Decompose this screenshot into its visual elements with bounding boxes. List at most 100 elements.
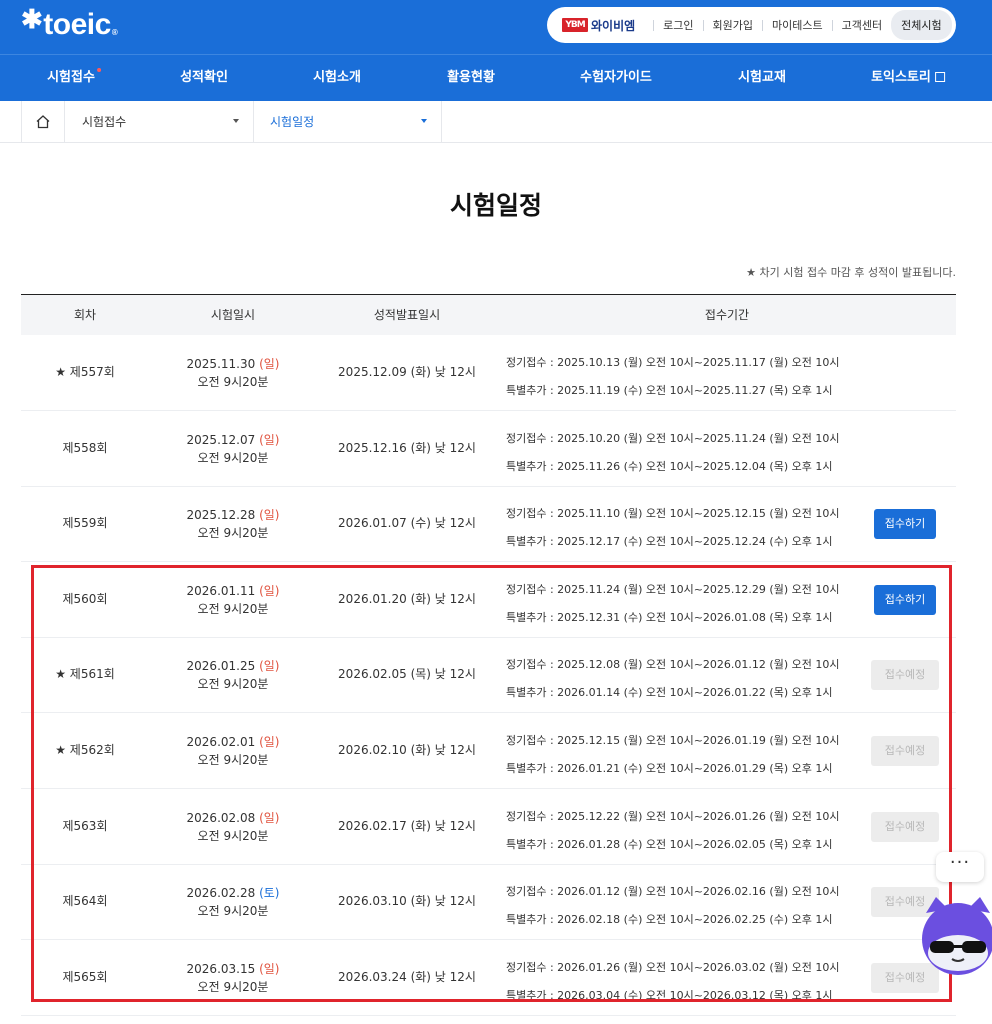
special-registration: 특별추가 : 2025.12.31 (수) 오전 10시~2026.01.08 … xyxy=(506,611,833,624)
home-button[interactable] xyxy=(21,101,65,142)
exam-day: (일) xyxy=(259,811,280,825)
exam-date: 2026.01.25 xyxy=(186,659,256,673)
nav-item-guide[interactable]: 수험자가이드 xyxy=(580,55,652,101)
exam-time: 오전 9시20분 xyxy=(197,980,269,994)
exam-date: 2025.11.30 xyxy=(186,357,256,371)
registration-period-cell: 정기접수 : 2025.10.20 (월) 오전 10시~2025.11.24 … xyxy=(506,425,839,481)
apply-scheduled-button: 접수예정 xyxy=(871,736,939,766)
round-cell: ★ 제562회 xyxy=(55,743,115,757)
breadcrumb-label: 시험접수 xyxy=(82,115,127,129)
divider xyxy=(762,19,764,31)
new-dot-icon xyxy=(96,68,101,72)
exam-date-line: 2026.02.08 (일) xyxy=(187,809,280,827)
result-date-cell: 2025.12.16 (화) 낮 12시 xyxy=(338,441,476,455)
exam-day: (토) xyxy=(259,886,280,900)
exam-time: 오전 9시20분 xyxy=(197,602,269,616)
result-date-cell: 2026.02.10 (화) 낮 12시 xyxy=(338,743,476,757)
exam-date-cell: 2025.11.30 (일) 오전 9시20분 xyxy=(187,355,280,391)
round-cell: 제559회 xyxy=(62,516,108,530)
nav-item-story[interactable]: 토익스토리 xyxy=(871,55,945,101)
exam-date: 2026.02.28 xyxy=(186,886,256,900)
exam-day: (일) xyxy=(259,659,280,673)
regular-registration: 정기접수 : 2025.11.10 (월) 오전 10시~2025.12.15 … xyxy=(506,507,840,520)
caret-down-icon xyxy=(421,119,427,123)
round-cell: 제564회 xyxy=(62,894,108,908)
col-exam-date: 시험일시 xyxy=(210,308,256,322)
toeic-logo[interactable]: ✱ toeic ® xyxy=(21,6,118,44)
apply-button[interactable]: 접수하기 xyxy=(874,509,936,539)
registration-period-cell: 정기접수 : 2025.11.10 (월) 오전 10시~2025.12.15 … xyxy=(506,500,839,556)
result-date-cell: 2026.02.05 (목) 낮 12시 xyxy=(338,667,476,681)
apply-button[interactable]: 접수하기 xyxy=(874,585,936,615)
exam-date: 2026.02.01 xyxy=(186,735,256,749)
round-cell: 제563회 xyxy=(62,819,108,833)
divider xyxy=(653,19,655,31)
nav-label: 시험접수 xyxy=(47,70,95,85)
exam-day: (일) xyxy=(259,962,280,976)
registration-period-cell: 정기접수 : 2026.01.12 (월) 오전 10시~2026.02.16 … xyxy=(506,878,839,934)
chatbot-menu-button[interactable]: ··· xyxy=(936,852,984,882)
breadcrumb-dropdown-registration[interactable]: 시험접수 xyxy=(65,101,254,142)
main-nav: 시험접수 성적확인 시험소개 활용현황 수험자가이드 시험교재 토익스토리 xyxy=(0,54,992,101)
exam-date-cell: 2026.03.15 (일) 오전 9시20분 xyxy=(187,960,280,996)
exam-date-line: 2025.12.07 (일) xyxy=(187,431,280,449)
ybm-brand-label: 와이비엠 xyxy=(591,18,636,33)
regular-registration: 정기접수 : 2025.12.08 (월) 오전 10시~2026.01.12 … xyxy=(506,658,840,671)
regular-registration: 정기접수 : 2025.12.22 (월) 오전 10시~2026.01.26 … xyxy=(506,810,840,823)
table-row: ★ 제561회 2026.01.25 (일) 오전 9시20분 2026.02.05 … xyxy=(21,637,956,713)
exam-date-cell: 2025.12.07 (일) 오전 9시20분 xyxy=(187,431,280,467)
table-header: 회차 시험일시 성적발표일시 접수기간 xyxy=(21,294,956,335)
result-date-cell: 2026.01.07 (수) 낮 12시 xyxy=(338,516,476,530)
registration-period-cell: 정기접수 : 2026.01.26 (월) 오전 10시~2026.03.02 … xyxy=(506,954,839,1010)
result-date-cell: 2026.03.10 (화) 낮 12시 xyxy=(338,894,476,908)
login-link[interactable]: 로그인 xyxy=(663,17,693,33)
exam-day: (일) xyxy=(259,433,280,447)
result-date-cell: 2026.02.17 (화) 낮 12시 xyxy=(338,819,476,833)
round-cell: 제560회 xyxy=(62,592,108,606)
home-icon xyxy=(36,115,50,129)
regular-registration: 정기접수 : 2026.01.12 (월) 오전 10시~2026.02.16 … xyxy=(506,885,840,898)
regular-registration: 정기접수 : 2025.12.15 (월) 오전 10시~2026.01.19 … xyxy=(506,734,840,747)
table-row: 제564회 2026.02.28 (토) 오전 9시20분 2026.03.10 (화… xyxy=(21,864,956,940)
regular-registration: 정기접수 : 2025.10.20 (월) 오전 10시~2025.11.24 … xyxy=(506,432,840,445)
nav-item-usage[interactable]: 활용현황 xyxy=(447,55,495,101)
exam-time: 오전 9시20분 xyxy=(197,753,269,767)
exam-date-line: 2026.01.25 (일) xyxy=(187,657,280,675)
mytest-link[interactable]: 마이테스트 xyxy=(772,17,823,33)
all-exams-button[interactable]: 전체시험 xyxy=(891,10,952,40)
nav-item-books[interactable]: 시험교재 xyxy=(738,55,786,101)
nav-item-about[interactable]: 시험소개 xyxy=(313,55,361,101)
special-registration: 특별추가 : 2025.11.26 (수) 오전 10시~2025.12.04 … xyxy=(506,460,833,473)
nav-item-score[interactable]: 성적확인 xyxy=(180,55,228,101)
exam-date-cell: 2026.02.28 (토) 오전 9시20분 xyxy=(187,884,280,920)
apply-scheduled-button: 접수예정 xyxy=(871,660,939,690)
exam-date: 2026.02.08 xyxy=(186,811,256,825)
exam-date-cell: 2025.12.28 (일) 오전 9시20분 xyxy=(187,506,280,542)
signup-link[interactable]: 회원가입 xyxy=(713,17,753,33)
nav-item-registration[interactable]: 시험접수 xyxy=(47,55,101,101)
exam-date-line: 2025.11.30 (일) xyxy=(187,355,280,373)
exam-day: (일) xyxy=(259,357,280,371)
caret-down-icon xyxy=(233,119,239,123)
exam-date-cell: 2026.02.08 (일) 오전 9시20분 xyxy=(187,809,280,845)
regular-registration: 정기접수 : 2026.01.26 (월) 오전 10시~2026.03.02 … xyxy=(506,961,840,974)
result-date-cell: 2026.03.24 (화) 낮 12시 xyxy=(338,970,476,984)
exam-date: 2026.03.15 xyxy=(186,962,256,976)
special-registration: 특별추가 : 2026.01.14 (수) 오전 10시~2026.01.22 … xyxy=(506,686,833,699)
table-row: 제563회 2026.02.08 (일) 오전 9시20분 2026.02.17 (화… xyxy=(21,789,956,865)
exam-date-line: 2026.02.28 (토) xyxy=(187,884,280,902)
exam-day: (일) xyxy=(259,735,280,749)
exam-time: 오전 9시20분 xyxy=(197,526,269,540)
exam-date: 2026.01.11 xyxy=(186,584,256,598)
chatbot-button[interactable] xyxy=(918,893,992,979)
special-registration: 특별추가 : 2026.02.18 (수) 오전 10시~2026.02.25 … xyxy=(506,913,833,926)
ybm-brand[interactable]: YBM 와이비엠 xyxy=(562,17,635,34)
apply-scheduled-button: 접수예정 xyxy=(871,812,939,842)
customer-center-link[interactable]: 고객센터 xyxy=(842,17,882,33)
table-row: 제565회 2026.03.15 (일) 오전 9시20분 2026.03.24 (화… xyxy=(21,940,956,1016)
registration-period-cell: 정기접수 : 2025.11.24 (월) 오전 10시~2025.12.29 … xyxy=(506,576,839,632)
top-header: ✱ toeic ® YBM 와이비엠 로그인 회원가입 마이테스트 고객센터 전… xyxy=(0,0,992,54)
special-registration: 특별추가 : 2025.12.17 (수) 오전 10시~2025.12.24 … xyxy=(506,535,833,548)
result-date-cell: 2026.01.20 (화) 낮 12시 xyxy=(338,592,476,606)
breadcrumb-dropdown-schedule[interactable]: 시험일정 xyxy=(254,101,442,142)
